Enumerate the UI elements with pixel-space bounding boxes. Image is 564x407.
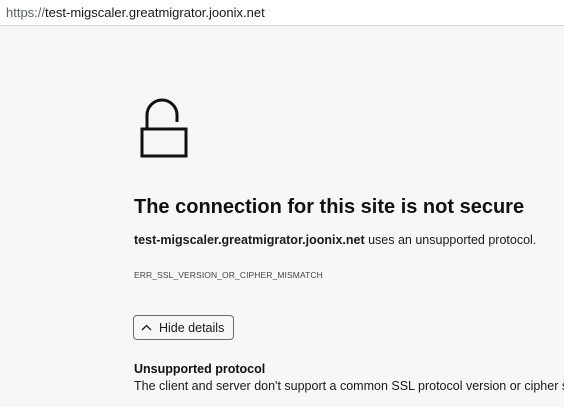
hide-details-button[interactable]: Hide details (133, 315, 235, 340)
error-page: The connection for this site is not secu… (0, 26, 564, 407)
details-text: The client and server don't support a co… (134, 379, 564, 393)
error-description-text: uses an unsupported protocol. (364, 233, 537, 247)
error-host: test-migscaler.greatmigrator.joonix.net (134, 233, 365, 247)
page-title: The connection for this site is not secu… (134, 196, 525, 218)
lock-open-icon (140, 98, 188, 158)
url-host: test-migscaler.greatmigrator.joonix.net (45, 5, 265, 20)
url-scheme: https:// (6, 5, 46, 20)
error-code: ERR_SSL_VERSION_OR_CIPHER_MISMATCH (134, 270, 323, 280)
error-description: test-migscaler.greatmigrator.joonix.net … (134, 233, 536, 247)
hide-details-label: Hide details (159, 320, 225, 335)
chevron-up-icon (141, 324, 152, 331)
address-bar[interactable]: https:// test-migscaler.greatmigrator.jo… (0, 0, 564, 26)
details-title: Unsupported protocol (134, 362, 266, 376)
